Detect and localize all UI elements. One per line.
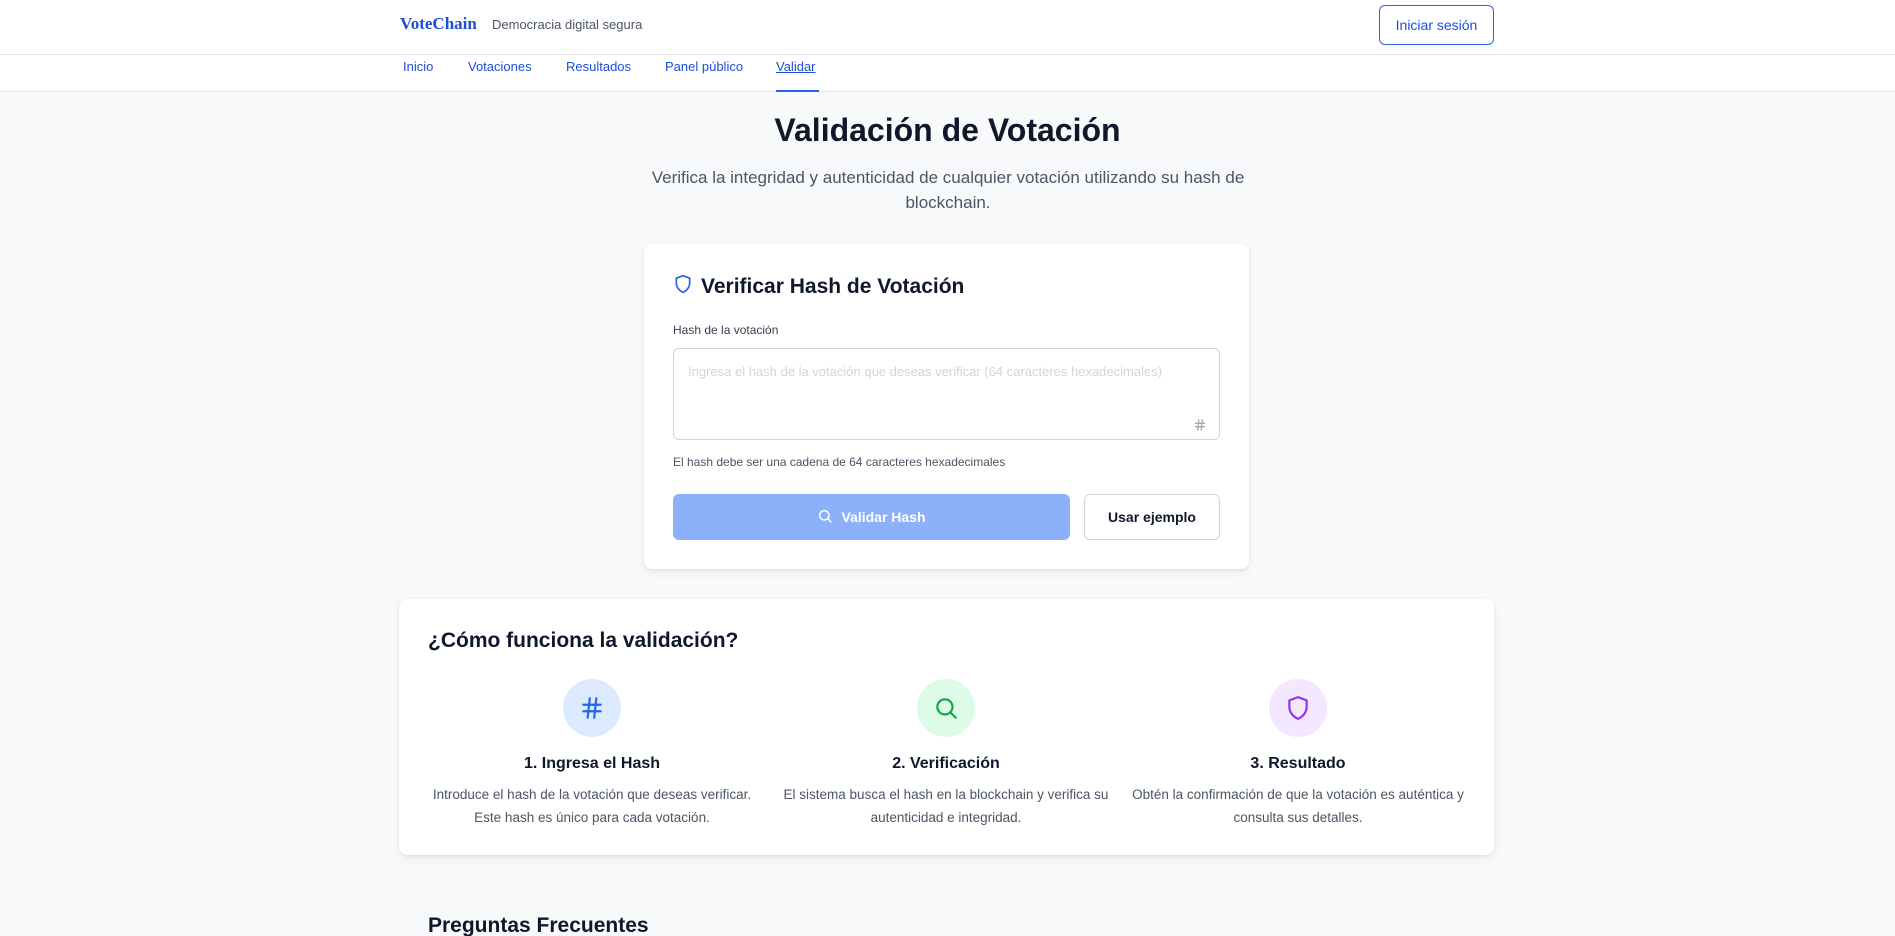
faq-title: Preguntas Frecuentes	[428, 914, 649, 936]
brand-logo[interactable]: VoteChain	[400, 14, 477, 34]
step-item: 2. Verificación El sistema busca el hash…	[776, 679, 1116, 829]
hash-icon	[1193, 418, 1207, 432]
validate-hash-label: Validar Hash	[841, 509, 926, 525]
shield-icon	[1269, 679, 1327, 737]
nav-item-validar[interactable]: Validar	[776, 55, 816, 92]
shield-icon	[673, 274, 693, 300]
hash-field-label: Hash de la votación	[673, 323, 779, 337]
nav-active-indicator	[776, 90, 819, 92]
step-title: 2. Verificación	[892, 755, 1000, 772]
use-example-button[interactable]: Usar ejemplo	[1084, 494, 1220, 540]
verify-hash-card: Verificar Hash de Votación Hash de la vo…	[644, 244, 1249, 569]
verify-card-title-text: Verificar Hash de Votación	[701, 275, 965, 298]
verify-card-title: Verificar Hash de Votación	[673, 274, 964, 300]
step-item: 3. Resultado Obtén la confirmación de qu…	[1128, 679, 1468, 829]
nav-item-resultados[interactable]: Resultados	[566, 55, 631, 92]
nav-item-panel-publico[interactable]: Panel público	[665, 55, 743, 92]
hash-icon	[563, 679, 621, 737]
nav-item-inicio[interactable]: Inicio	[403, 55, 433, 92]
how-it-works-title: ¿Cómo funciona la validación?	[428, 629, 739, 652]
hash-helper-text: El hash debe ser una cadena de 64 caract…	[673, 455, 1006, 469]
how-it-works-card: ¿Cómo funciona la validación? 1. Ingresa…	[399, 599, 1494, 855]
validate-hash-button[interactable]: Validar Hash	[673, 494, 1070, 540]
step-description: El sistema busca el hash en la blockchai…	[783, 787, 1109, 825]
nav-item-votaciones[interactable]: Votaciones	[468, 55, 532, 92]
brand-tagline: Democracia digital segura	[492, 17, 643, 32]
step-item: 1. Ingresa el Hash Introduce el hash de …	[422, 679, 762, 829]
step-description: Introduce el hash de la votación que des…	[432, 787, 752, 825]
step-description: Obtén la confirmación de que la votación…	[1132, 787, 1464, 825]
search-icon	[917, 679, 975, 737]
search-icon	[817, 508, 833, 527]
login-button[interactable]: Iniciar sesión	[1379, 5, 1494, 45]
hash-input[interactable]	[673, 348, 1220, 440]
main-nav: Inicio Votaciones Resultados Panel públi…	[0, 55, 1895, 92]
step-title: 3. Resultado	[1250, 755, 1346, 772]
page-title: Validación de Votación	[774, 112, 1121, 148]
step-title: 1. Ingresa el Hash	[523, 755, 661, 772]
top-header: VoteChain Democracia digital segura Inic…	[0, 0, 1895, 55]
page-subtitle: Verifica la integridad y autenticidad de…	[651, 168, 1245, 212]
